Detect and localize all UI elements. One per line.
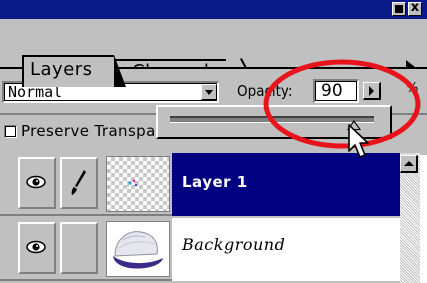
edit-toggle[interactable] <box>60 222 98 274</box>
layer-row[interactable]: Background <box>0 218 400 281</box>
opacity-slider-track[interactable] <box>170 116 374 123</box>
tab-row: Channels Layers <box>0 19 427 87</box>
minimize-icon[interactable] <box>392 2 406 16</box>
opacity-label: Opacity: <box>237 82 293 100</box>
eye-icon <box>26 240 46 254</box>
palette-titlebar: x <box>0 0 427 19</box>
layer-name-cell[interactable]: Background <box>172 218 400 281</box>
eye-icon <box>26 175 46 189</box>
close-icon[interactable]: x <box>408 0 422 16</box>
visibility-toggle[interactable] <box>18 157 56 209</box>
layer-list: Layer 1 Background <box>0 153 400 283</box>
chevron-down-icon[interactable] <box>201 84 217 100</box>
scroll-up-icon[interactable] <box>400 155 418 173</box>
edit-toggle[interactable] <box>60 157 98 209</box>
preserve-transparency-checkbox[interactable] <box>4 125 17 138</box>
cap-image-icon <box>113 231 163 269</box>
opacity-input[interactable]: 90 <box>313 79 359 103</box>
close-glyph: x <box>410 0 420 15</box>
opacity-slider-toggle[interactable] <box>363 82 381 100</box>
layer-name-cell[interactable]: Layer 1 <box>172 153 400 216</box>
tab-layers-label: Layers <box>30 59 93 80</box>
percent-sign: % <box>406 81 419 96</box>
layer-name: Layer 1 <box>182 173 248 191</box>
layer-row[interactable]: Layer 1 <box>0 153 400 216</box>
layers-palette: x Channels Layers Normal Opacity: 90 % P… <box>0 0 427 283</box>
brush-icon <box>71 170 86 195</box>
layer-thumbnail <box>106 221 170 277</box>
layer-name: Background <box>182 235 286 254</box>
visibility-toggle[interactable] <box>18 222 56 274</box>
layer-content-icon <box>127 179 138 187</box>
mouse-cursor-icon <box>348 124 369 158</box>
tab-layers[interactable]: Layers <box>22 55 126 87</box>
layer-thumbnail <box>106 156 170 212</box>
